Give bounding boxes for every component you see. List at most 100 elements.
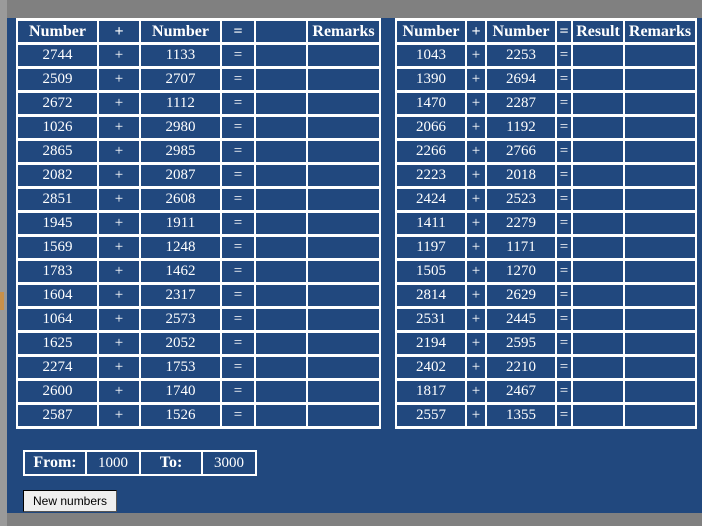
col-header-operator: + [99, 21, 139, 42]
number-a-cell: 2557 [397, 405, 465, 426]
remarks-cell [308, 69, 379, 90]
result-input-cell[interactable] [256, 189, 306, 210]
equals-cell: = [222, 45, 254, 66]
col-header-result [256, 21, 306, 42]
result-input-cell[interactable] [256, 165, 306, 186]
remarks-cell [625, 405, 695, 426]
equals-cell: = [557, 261, 571, 282]
equals-cell: = [222, 117, 254, 138]
equals-cell: = [222, 405, 254, 426]
remarks-cell [625, 45, 695, 66]
operator-cell: + [467, 117, 485, 138]
result-input-cell[interactable] [256, 357, 306, 378]
result-input-cell[interactable] [573, 381, 623, 402]
number-a-cell: 1064 [18, 309, 97, 330]
result-input-cell[interactable] [256, 405, 306, 426]
right-table-container: Number + Number = Result Remarks 1043 +22… [395, 18, 697, 429]
result-input-cell[interactable] [573, 189, 623, 210]
number-a-cell: 1505 [397, 261, 465, 282]
operator-cell: + [99, 357, 139, 378]
range-controls: From: 1000 To: 3000 [23, 450, 257, 476]
operator-cell: + [99, 333, 139, 354]
table-row: 1390 +2694 = [397, 69, 695, 90]
result-input-cell[interactable] [573, 357, 623, 378]
result-input-cell[interactable] [256, 69, 306, 90]
table-row: 2082 +2087 = [18, 165, 379, 186]
number-b-cell: 2523 [487, 189, 555, 210]
number-a-cell: 1390 [397, 69, 465, 90]
equals-cell: = [222, 213, 254, 234]
number-b-cell: 1462 [141, 261, 220, 282]
number-b-cell: 2766 [487, 141, 555, 162]
result-input-cell[interactable] [573, 285, 623, 306]
number-b-cell: 2573 [141, 309, 220, 330]
operator-cell: + [99, 285, 139, 306]
result-input-cell[interactable] [573, 45, 623, 66]
number-a-cell: 1625 [18, 333, 97, 354]
remarks-cell [625, 261, 695, 282]
equals-cell: = [222, 333, 254, 354]
result-input-cell[interactable] [573, 93, 623, 114]
operator-cell: + [467, 381, 485, 402]
remarks-cell [308, 141, 379, 162]
operator-cell: + [99, 93, 139, 114]
result-input-cell[interactable] [573, 69, 623, 90]
result-input-cell[interactable] [256, 381, 306, 402]
number-b-cell: 2608 [141, 189, 220, 210]
result-input-cell[interactable] [256, 285, 306, 306]
equals-cell: = [557, 165, 571, 186]
range-from-input[interactable]: 1000 [87, 452, 139, 474]
number-a-cell: 1569 [18, 237, 97, 258]
result-input-cell[interactable] [573, 333, 623, 354]
number-b-cell: 2445 [487, 309, 555, 330]
number-a-cell: 2851 [18, 189, 97, 210]
number-b-cell: 1248 [141, 237, 220, 258]
table-row: 2600 +1740 = [18, 381, 379, 402]
result-input-cell[interactable] [573, 165, 623, 186]
remarks-cell [308, 45, 379, 66]
table-row: 1945 +1911 = [18, 213, 379, 234]
result-input-cell[interactable] [573, 405, 623, 426]
number-a-cell: 2082 [18, 165, 97, 186]
remarks-cell [625, 69, 695, 90]
result-input-cell[interactable] [573, 261, 623, 282]
result-input-cell[interactable] [256, 141, 306, 162]
equals-cell: = [557, 117, 571, 138]
number-b-cell: 1133 [141, 45, 220, 66]
table-row: 1817 +2467 = [397, 381, 695, 402]
operator-cell: + [467, 45, 485, 66]
result-input-cell[interactable] [573, 309, 623, 330]
operator-cell: + [99, 237, 139, 258]
range-to-label: To: [141, 452, 201, 474]
equals-cell: = [557, 309, 571, 330]
result-input-cell[interactable] [256, 45, 306, 66]
result-input-cell[interactable] [573, 213, 623, 234]
new-numbers-button[interactable]: New numbers [23, 490, 118, 512]
result-input-cell[interactable] [256, 237, 306, 258]
col-header-remarks: Remarks [625, 21, 695, 42]
table-row: 2851 +2608 = [18, 189, 379, 210]
col-header-result: Result [573, 21, 623, 42]
table-row: 1470 +2287 = [397, 93, 695, 114]
operator-cell: + [467, 261, 485, 282]
addition-practice-table-left: Number + Number = Remarks 2744 +1133 = 250… [16, 18, 381, 429]
number-a-cell: 2744 [18, 45, 97, 66]
range-to-input[interactable]: 3000 [203, 452, 255, 474]
operator-cell: + [467, 333, 485, 354]
result-input-cell[interactable] [573, 237, 623, 258]
operator-cell: + [99, 189, 139, 210]
result-input-cell[interactable] [256, 333, 306, 354]
result-input-cell[interactable] [573, 117, 623, 138]
result-input-cell[interactable] [256, 213, 306, 234]
table-row: 1783 +1462 = [18, 261, 379, 282]
number-a-cell: 2509 [18, 69, 97, 90]
result-input-cell[interactable] [573, 141, 623, 162]
col-header-equals: = [557, 21, 571, 42]
result-input-cell[interactable] [256, 261, 306, 282]
result-input-cell[interactable] [256, 93, 306, 114]
col-header-number-a: Number [18, 21, 97, 42]
result-input-cell[interactable] [256, 309, 306, 330]
equals-cell: = [557, 45, 571, 66]
table-row: 1197 +1171 = [397, 237, 695, 258]
result-input-cell[interactable] [256, 117, 306, 138]
